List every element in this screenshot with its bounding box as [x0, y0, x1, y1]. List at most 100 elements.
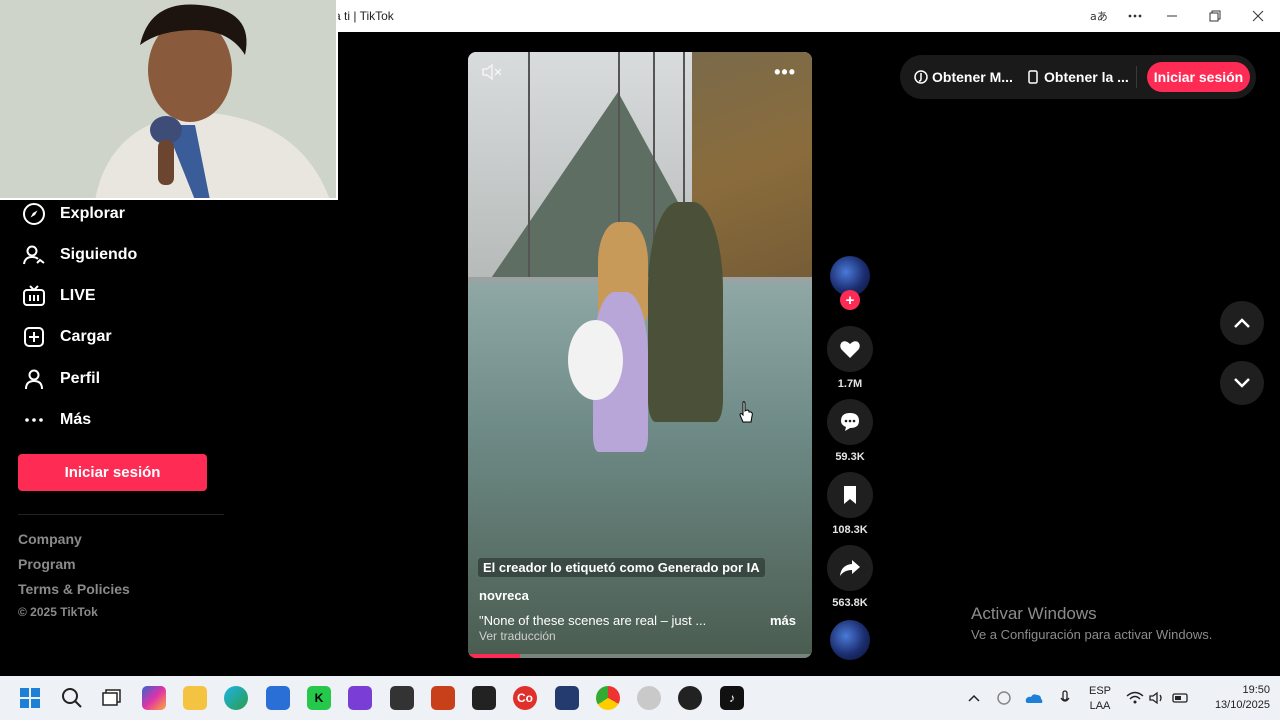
copilot-icon[interactable]: [142, 686, 166, 710]
sidebar-item-label: Explorar: [60, 205, 125, 222]
sidebar-item-explorar[interactable]: Explorar: [20, 200, 125, 228]
chevron-down-icon: [1234, 378, 1250, 388]
app-icon[interactable]: [637, 686, 661, 710]
clock-date[interactable]: 13/10/2025: [1190, 699, 1270, 711]
hand-cursor-icon: [739, 401, 753, 423]
sidebar-divider: [18, 514, 224, 515]
phone-icon: [1028, 70, 1038, 84]
get-app-label: Obtener la ...: [1044, 69, 1129, 85]
minimize-icon[interactable]: [1162, 6, 1182, 26]
sidebar-item-label: LIVE: [60, 287, 96, 304]
co-app-icon[interactable]: Co: [513, 686, 537, 710]
wifi-icon[interactable]: [1123, 686, 1147, 710]
windows-activation-title: Activar Windows: [971, 604, 1097, 623]
video-frame-person: [648, 202, 723, 422]
clock-time[interactable]: 19:50: [1200, 684, 1270, 696]
lang-layout[interactable]: LAA: [1086, 700, 1114, 712]
window-title: a ti | TikTok: [334, 9, 394, 23]
sound-avatar[interactable]: [830, 620, 870, 660]
kick-icon[interactable]: K: [307, 686, 331, 710]
tray-app-icon[interactable]: [992, 686, 1016, 710]
sidebar-item-live[interactable]: LIVE: [20, 282, 96, 310]
share-count: 563.8K: [832, 597, 868, 609]
onedrive-icon[interactable]: [1022, 686, 1046, 710]
footer-link-program[interactable]: Program: [18, 556, 76, 572]
video-player[interactable]: ••• El creador lo etiquetó como Generado…: [468, 52, 812, 658]
windows-start-icon[interactable]: [18, 686, 42, 710]
game-app-icon[interactable]: [678, 686, 702, 710]
sidebar-item-label: Siguiendo: [60, 246, 138, 263]
like-button[interactable]: [827, 326, 873, 372]
previous-video-button[interactable]: [1220, 301, 1264, 345]
volume-icon[interactable]: [1146, 686, 1170, 710]
tiktok-coin-icon: [914, 70, 928, 84]
live-tv-icon: [20, 282, 48, 310]
footer-link-terms[interactable]: Terms & Policies: [18, 581, 130, 597]
more-dots-icon: [20, 406, 48, 434]
following-icon: [20, 241, 48, 269]
sidebar-item-siguiendo[interactable]: Siguiendo: [20, 241, 137, 269]
windows-activation-subtitle: Ve a Configuración para activar Windows.: [971, 627, 1213, 642]
header-login-button[interactable]: Iniciar sesión: [1147, 62, 1250, 92]
store-icon[interactable]: [266, 686, 290, 710]
sidebar-login-button[interactable]: Iniciar sesión: [18, 454, 207, 491]
upload-plus-icon: [20, 323, 48, 351]
search-icon[interactable]: [60, 686, 84, 710]
sidebar-item-perfil[interactable]: Perfil: [20, 365, 100, 393]
compass-icon: [20, 200, 48, 228]
restore-icon[interactable]: [1205, 6, 1225, 26]
comment-button[interactable]: [827, 399, 873, 445]
ai-generated-label: El creador lo etiquetó como Generado por…: [478, 558, 765, 577]
get-coins-label: Obtener M...: [932, 69, 1013, 85]
webcam-overlay: [0, 0, 338, 200]
video-frame-cat: [568, 320, 623, 400]
close-icon[interactable]: [1248, 6, 1268, 26]
see-translation-link[interactable]: Ver traducción: [479, 629, 556, 643]
next-video-button[interactable]: [1220, 361, 1264, 405]
chevron-up-tray-icon[interactable]: [962, 686, 986, 710]
clipchamp-icon[interactable]: [348, 686, 372, 710]
obs-icon[interactable]: [555, 686, 579, 710]
get-app-link[interactable]: Obtener la ...: [1028, 69, 1129, 85]
svg-text:aあ: aあ: [1090, 10, 1108, 23]
task-view-icon[interactable]: [100, 686, 124, 710]
share-button[interactable]: [827, 545, 873, 591]
file-explorer-icon[interactable]: [183, 686, 207, 710]
bookmark-icon: [844, 486, 856, 504]
video-progress-bar[interactable]: [468, 654, 812, 658]
lang-code[interactable]: ESP: [1086, 685, 1114, 697]
mute-icon[interactable]: [480, 62, 504, 87]
share-icon: [840, 560, 860, 576]
tiktok-taskbar-icon[interactable]: ♪: [720, 686, 744, 710]
video-caption: "None of these scenes are real – just ..…: [479, 613, 707, 628]
caption-more-button[interactable]: más: [770, 613, 796, 628]
video-frame-cable: [528, 52, 530, 292]
footer-link-company[interactable]: Company: [18, 531, 82, 547]
more-horizontal-icon[interactable]: [1125, 6, 1145, 26]
sidebar-item-label: Perfil: [60, 370, 101, 387]
sidebar-item-label: Cargar: [60, 328, 112, 345]
like-count: 1.7M: [837, 378, 863, 390]
webcam-person-image: [0, 0, 336, 198]
save-button[interactable]: [827, 472, 873, 518]
terminal-icon[interactable]: [390, 686, 414, 710]
winrar-icon[interactable]: [431, 686, 455, 710]
header-separator: [1136, 66, 1137, 88]
video-author[interactable]: novreca: [479, 588, 529, 603]
capcut-icon[interactable]: [472, 686, 496, 710]
save-count: 108.3K: [832, 524, 868, 536]
translate-icon[interactable]: aあ: [1089, 6, 1109, 26]
sidebar-item-mas[interactable]: Más: [20, 406, 91, 434]
comment-icon: [841, 413, 859, 431]
chevron-up-icon: [1234, 318, 1250, 328]
comment-count: 59.3K: [835, 451, 865, 463]
get-coins-link[interactable]: Obtener M...: [914, 69, 1013, 85]
sidebar-item-cargar[interactable]: Cargar: [20, 323, 112, 351]
follow-plus-icon[interactable]: +: [840, 290, 860, 310]
copyright-text: © 2025 TikTok: [18, 605, 98, 619]
video-more-icon[interactable]: •••: [774, 62, 796, 83]
video-progress-fill: [468, 654, 520, 658]
chrome-icon[interactable]: [596, 686, 620, 710]
microphone-icon[interactable]: [1053, 686, 1077, 710]
edge-icon[interactable]: [224, 686, 248, 710]
